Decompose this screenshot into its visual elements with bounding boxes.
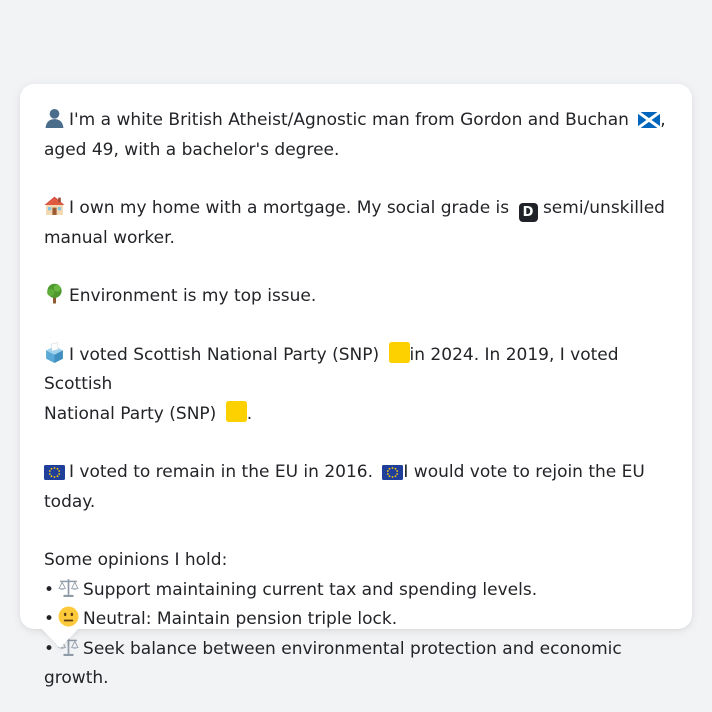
opinion-text: Neutral: Maintain pension triple lock. [83, 609, 398, 629]
profile-speech-bubble: I'm a white British Atheist/Agnostic man… [20, 84, 692, 688]
opinions-list: • Support maintaining current tax and sp… [44, 576, 670, 694]
yellow-square-icon [388, 341, 410, 363]
vote-period: . [246, 403, 253, 424]
vote-2024-text: I voted Scottish National Party (SNP) [69, 344, 380, 365]
balance-scale-icon [58, 578, 79, 597]
letter-d-square-icon: D [518, 203, 538, 222]
ballot-box-icon [46, 341, 63, 363]
eu-flag-icon [44, 465, 65, 480]
tree-icon [47, 283, 62, 304]
vote-2019-party: National Party (SNP) [44, 403, 217, 424]
list-item: • Neutral: Maintain pension triple lock. [44, 605, 670, 635]
intro-comma: , [660, 110, 666, 130]
yellow-square-icon [225, 400, 247, 422]
opinion-text: Seek balance between environmental prote… [44, 638, 622, 689]
eu-2016-text: I voted to remain in the EU in 2016. [69, 462, 373, 482]
neutral-face-icon [58, 606, 79, 627]
intro-text: I'm a white British Atheist/Agnostic man… [69, 110, 629, 130]
vote-paragraph: I voted Scottish National Party (SNP) in… [44, 341, 670, 430]
opinions-heading: Some opinions I hold: [44, 550, 228, 570]
scotland-flag-icon [638, 112, 661, 128]
intro-paragraph: I'm a white British Atheist/Agnostic man… [44, 106, 670, 165]
home-paragraph: I own my home with a mortgage. My social… [44, 194, 670, 253]
issue-paragraph: Environment is my top issue. [44, 282, 670, 312]
person-silhouette-icon [45, 108, 64, 128]
stage: I'm a white British Atheist/Agnostic man… [0, 0, 712, 712]
opinion-text: Support maintaining current tax and spen… [83, 579, 538, 600]
list-item: • Support maintaining current tax and sp… [44, 576, 670, 606]
speech-bubble-tail [40, 627, 80, 648]
social-grade-text-cont: manual worker. [44, 227, 175, 248]
bullet: • [44, 579, 55, 600]
intro-age-education: aged 49, with a bachelor's degree. [44, 139, 340, 160]
home-ownership-text: I own my home with a mortgage. My social… [69, 198, 510, 218]
opinions-section: Some opinions I hold: • Support maintain… [44, 546, 670, 694]
eu-flag-icon [382, 465, 404, 480]
social-grade-text: semi/unskilled [542, 198, 665, 218]
house-icon [44, 196, 65, 215]
bullet: • [44, 609, 55, 629]
top-issue-text: Environment is my top issue. [69, 286, 317, 306]
eu-paragraph: I voted to remain in the EU in 2016. I w… [44, 458, 670, 517]
list-item: • Seek balance between environmental pro… [44, 635, 670, 694]
